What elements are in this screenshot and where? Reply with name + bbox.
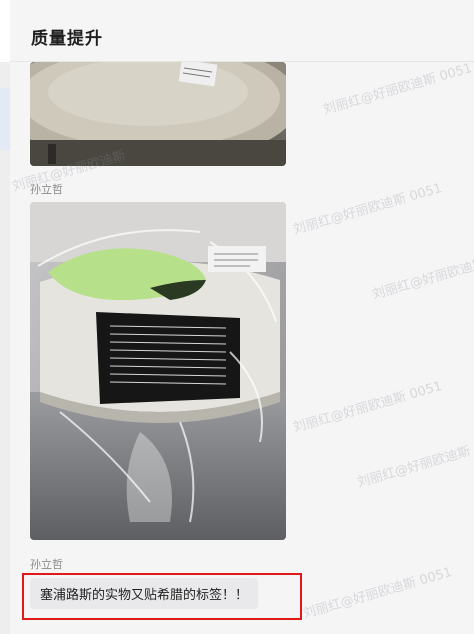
watermark: 刘丽红@好丽欧迪斯 — [355, 444, 473, 491]
sidebar-strip-active-item[interactable] — [0, 88, 10, 150]
message-image-2[interactable] — [30, 202, 286, 540]
photo-tape-roll-top — [30, 62, 286, 166]
watermark: 刘丽红@好丽欧迪斯 0051 — [291, 180, 444, 238]
watermark: 刘丽红@好丽欧迪斯 0051 — [291, 378, 444, 436]
chat-title: 质量提升 — [31, 29, 103, 49]
sidebar-strip-top — [0, 0, 10, 62]
photo-wrapped-tape-roll — [30, 202, 286, 540]
sidebar-strip — [0, 0, 10, 634]
message-image-1[interactable] — [30, 62, 286, 166]
sender-name: 孙立哲 — [30, 183, 63, 196]
watermark: 刘丽红@好丽欧迪斯 0051 — [301, 564, 454, 622]
sender-name: 孙立哲 — [30, 558, 63, 571]
red-highlight-box — [22, 573, 302, 620]
watermark: 刘丽红@好丽欧迪斯 — [370, 256, 474, 303]
chat-header: 质量提升 — [10, 0, 474, 62]
watermark: 刘丽红@好丽欧迪斯 0051 — [321, 60, 474, 118]
